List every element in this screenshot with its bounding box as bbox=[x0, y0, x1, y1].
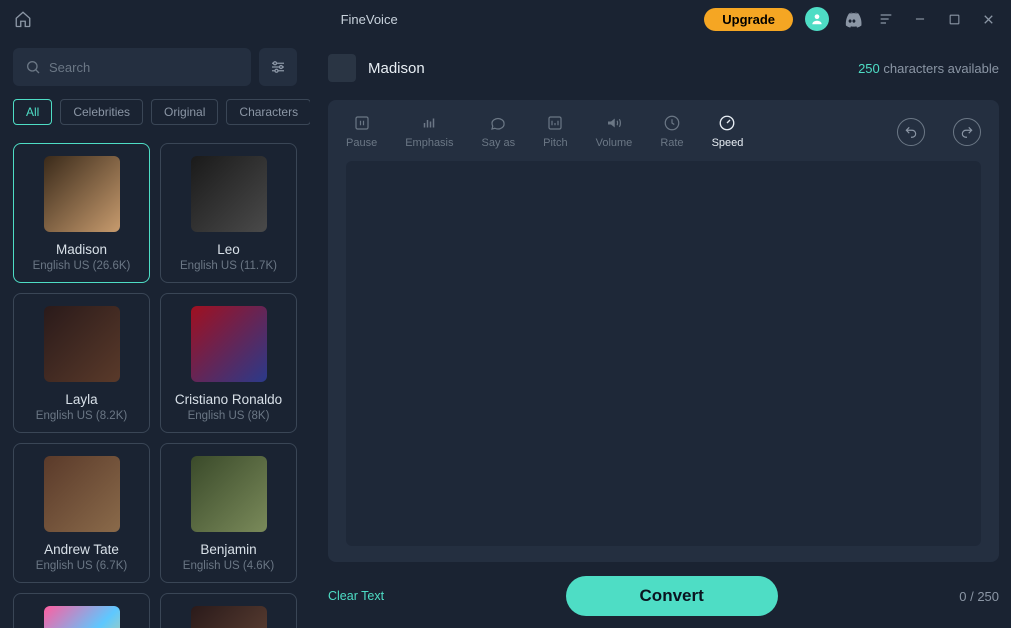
voice-avatar bbox=[44, 606, 120, 628]
maximize-button[interactable] bbox=[943, 8, 965, 30]
tool-label: Pitch bbox=[543, 137, 567, 149]
home-button[interactable] bbox=[12, 8, 34, 30]
app-title: FineVoice bbox=[34, 12, 704, 27]
voice-name: Leo bbox=[169, 242, 288, 257]
upgrade-button[interactable]: Upgrade bbox=[704, 8, 793, 31]
emphasis-icon bbox=[420, 114, 438, 132]
filter-tab-characters[interactable]: Characters bbox=[226, 99, 310, 125]
tool-label: Speed bbox=[712, 137, 744, 149]
rate-icon bbox=[663, 114, 681, 132]
close-button[interactable] bbox=[977, 8, 999, 30]
tool-speed[interactable]: Speed bbox=[712, 114, 744, 149]
undo-button[interactable] bbox=[897, 118, 925, 146]
convert-button[interactable]: Convert bbox=[566, 576, 778, 616]
sayas-icon bbox=[489, 114, 507, 132]
voice-name: Andrew Tate bbox=[22, 542, 141, 557]
voice-name: Cristiano Ronaldo bbox=[169, 392, 288, 407]
speed-icon bbox=[718, 114, 736, 132]
menu-icon[interactable] bbox=[875, 8, 897, 30]
discord-icon[interactable] bbox=[841, 8, 863, 30]
voice-card[interactable]: Madison English US (26.6K) bbox=[13, 143, 150, 283]
tool-rate[interactable]: Rate bbox=[660, 114, 683, 149]
voice-avatar bbox=[44, 156, 120, 232]
tool-emphasis[interactable]: Emphasis bbox=[405, 114, 453, 149]
voice-card[interactable]: Layla English US (8.2K) bbox=[13, 293, 150, 433]
tool-pause[interactable]: Pause bbox=[346, 114, 377, 149]
voice-avatar bbox=[44, 456, 120, 532]
search-icon bbox=[25, 59, 41, 75]
tool-label: Say as bbox=[482, 137, 516, 149]
voice-avatar bbox=[44, 306, 120, 382]
search-box[interactable] bbox=[13, 48, 251, 86]
voice-card[interactable]: Andrew Tate English US (6.7K) bbox=[13, 443, 150, 583]
character-counter: 0 / 250 bbox=[959, 589, 999, 604]
tool-label: Rate bbox=[660, 137, 683, 149]
voice-meta: English US (8.2K) bbox=[22, 410, 141, 422]
tool-pitch[interactable]: Pitch bbox=[543, 114, 567, 149]
voice-meta: English US (6.7K) bbox=[22, 560, 141, 572]
search-input[interactable] bbox=[49, 60, 239, 75]
tool-label: Emphasis bbox=[405, 137, 453, 149]
tool-say-as[interactable]: Say as bbox=[482, 114, 516, 149]
minimize-button[interactable] bbox=[909, 8, 931, 30]
text-editor[interactable] bbox=[346, 161, 981, 546]
voice-meta: English US (4.6K) bbox=[169, 560, 288, 572]
account-avatar[interactable] bbox=[805, 7, 829, 31]
clear-text-button[interactable]: Clear Text bbox=[328, 589, 384, 603]
voice-meta: English US (8K) bbox=[169, 410, 288, 422]
tool-label: Pause bbox=[346, 137, 377, 149]
voice-card[interactable]: Leo English US (11.7K) bbox=[160, 143, 297, 283]
filter-tab-celebrities[interactable]: Celebrities bbox=[60, 99, 143, 125]
current-voice-avatar bbox=[328, 54, 356, 82]
voice-card[interactable] bbox=[160, 593, 297, 628]
pause-icon bbox=[353, 114, 371, 132]
current-voice-name: Madison bbox=[368, 60, 846, 77]
characters-available: 250 characters available bbox=[858, 61, 999, 76]
filter-tab-original[interactable]: Original bbox=[151, 99, 218, 125]
voice-meta: English US (26.6K) bbox=[22, 260, 141, 272]
voice-name: Madison bbox=[22, 242, 141, 257]
tool-volume[interactable]: Volume bbox=[596, 114, 633, 149]
redo-button[interactable] bbox=[953, 118, 981, 146]
voice-name: Layla bbox=[22, 392, 141, 407]
pitch-icon bbox=[546, 114, 564, 132]
voice-meta: English US (11.7K) bbox=[169, 260, 288, 272]
voice-card[interactable]: Benjamin English US (4.6K) bbox=[160, 443, 297, 583]
voice-name: Benjamin bbox=[169, 542, 288, 557]
voice-avatar bbox=[191, 156, 267, 232]
voice-card[interactable] bbox=[13, 593, 150, 628]
tool-label: Volume bbox=[596, 137, 633, 149]
voice-avatar bbox=[191, 456, 267, 532]
voice-card[interactable]: Cristiano Ronaldo English US (8K) bbox=[160, 293, 297, 433]
volume-icon bbox=[605, 114, 623, 132]
voice-avatar bbox=[191, 306, 267, 382]
voice-avatar bbox=[191, 606, 267, 628]
filter-button[interactable] bbox=[259, 48, 297, 86]
filter-tab-all[interactable]: All bbox=[13, 99, 52, 125]
